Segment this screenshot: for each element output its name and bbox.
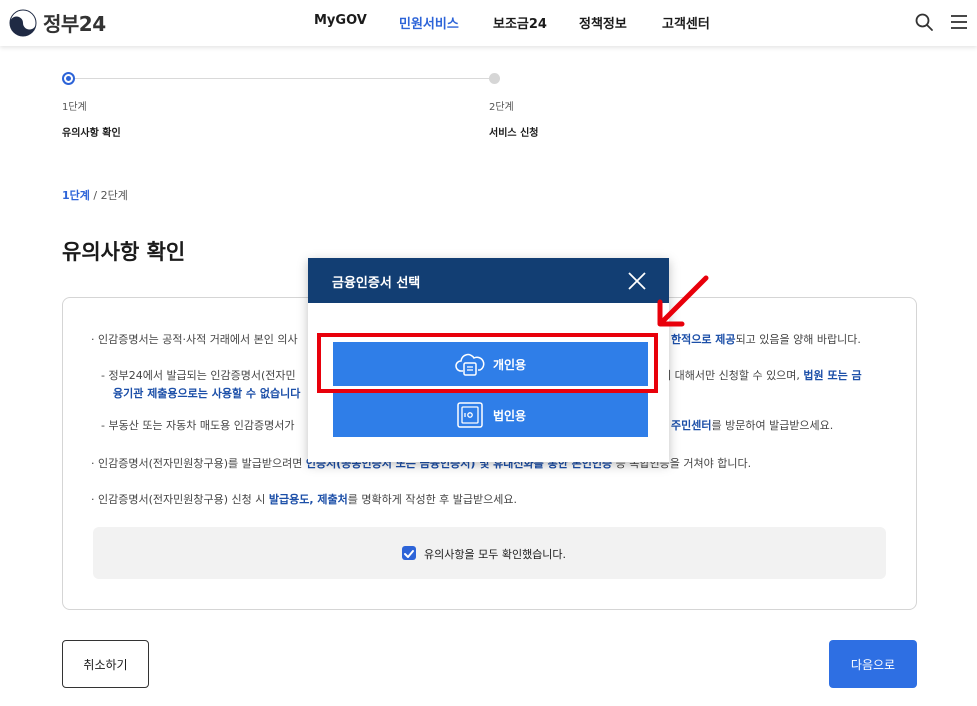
step-2-name: 서비스 신청	[489, 128, 539, 139]
check-icon	[404, 550, 414, 558]
notice-emphasis: 발급용도, 제출처	[268, 493, 348, 506]
step-1-dot	[62, 72, 75, 85]
corporate-cert-button[interactable]: 법인용	[333, 393, 648, 437]
corporate-cert-label: 법인용	[492, 408, 527, 423]
confirm-area: 유의사항을 모두 확인했습니다.	[93, 527, 886, 579]
next-button[interactable]: 다음으로	[829, 640, 917, 688]
notice-emphasis: 한적으로 제공	[671, 333, 736, 346]
notice-line-4-tail: 주민센터를 방문하여 발급받으세요.	[671, 417, 833, 433]
notice-line-1: · 인감증명서는 공적·사적 거래에서 본인 의사	[91, 333, 298, 346]
personal-cert-button[interactable]: 개인용	[333, 342, 648, 386]
nav-mygov[interactable]: MyGOV	[314, 13, 367, 28]
stepper-line	[75, 78, 489, 79]
notice-emphasis: 융기관 제출용으로는 사용할 수 없습니다	[113, 387, 301, 400]
nav-subsidy[interactable]: 보조금24	[493, 13, 547, 32]
notice-text: 에 대해서만 신청할 수 있으며,	[661, 369, 804, 382]
close-icon[interactable]	[626, 270, 648, 292]
nav-civil-service[interactable]: 민원서비스	[399, 13, 459, 32]
personal-cert-label: 개인용	[492, 357, 527, 372]
header: 정부24 MyGOV 민원서비스 보조금24 정책정보 고객센터	[0, 0, 977, 46]
step-1-number: 1단계	[62, 102, 87, 113]
notice-text: - 정부24에서 발급되는 인감증명서(전자민	[101, 369, 296, 382]
nav-customer-center[interactable]: 고객센터	[662, 13, 710, 32]
modal-header: 금융인증서 선택	[308, 258, 669, 303]
modal-title: 금융인증서 선택	[332, 276, 421, 291]
cert-select-modal: 금융인증서 선택 개인용 법인용	[308, 258, 669, 462]
notice-text: 되고 있음을 양해 바랍니다.	[735, 333, 861, 346]
step-1-name: 유의사항 확인	[62, 128, 121, 139]
notice-text: 를 명확하게 작성한 후 발급받으세요.	[347, 493, 518, 506]
logo-taegeuk-icon	[9, 9, 37, 36]
notice-line-1-tail: 한적으로 제공되고 있음을 양해 바랍니다.	[671, 331, 861, 347]
notice-text: 인감증명서는 공적·사적 거래에서 본인 의사	[98, 333, 298, 346]
red-arrow-icon	[657, 275, 709, 327]
notice-line-6: · 인감증명서(전자민원창구용) 신청 시 발급용도, 제출처를 명확하게 작성…	[91, 493, 518, 506]
notice-line-4: - 부동산 또는 자동차 매도용 인감증명서가	[101, 417, 295, 433]
confirm-checkbox[interactable]	[402, 546, 416, 560]
notice-emphasis: 주민센터	[671, 419, 712, 432]
notice-text: 인감증명서(전자민원창구용) 신청 시	[98, 493, 269, 506]
step-2-number: 2단계	[489, 102, 514, 113]
notice-line-3: 융기관 제출용으로는 사용할 수 없습니다	[113, 385, 300, 401]
breadcrumb: 1단계 / 2단계	[62, 187, 128, 203]
logo-text: 정부24	[43, 12, 106, 36]
breadcrumb-separator: /	[89, 189, 101, 202]
logo[interactable]: 정부24	[9, 8, 106, 37]
breadcrumb-next: 2단계	[100, 189, 128, 202]
step-2-dot	[489, 73, 500, 84]
menu-icon[interactable]	[949, 12, 969, 32]
notice-text: 인감증명서(전자민원창구용)를 발급받으려면	[98, 457, 306, 470]
breadcrumb-current: 1단계	[62, 189, 90, 202]
safe-cert-icon	[457, 402, 483, 428]
page-title: 유의사항 확인	[62, 240, 186, 264]
cancel-button[interactable]: 취소하기	[62, 640, 149, 688]
cloud-cert-icon	[455, 353, 485, 376]
search-icon[interactable]	[914, 12, 934, 32]
nav-policy[interactable]: 정책정보	[579, 13, 627, 32]
notice-text: - 부동산 또는 자동차 매도용 인감증명서가	[101, 419, 295, 432]
notice-text: 를 방문하여 발급받으세요.	[711, 419, 834, 432]
notice-emphasis: 법원 또는 금	[803, 369, 862, 382]
notice-line-2: - 정부24에서 발급되는 인감증명서(전자민	[101, 367, 296, 383]
confirm-label[interactable]: 유의사항을 모두 확인했습니다.	[424, 546, 566, 562]
notice-line-2-tail: 에 대해서만 신청할 수 있으며, 법원 또는 금	[661, 367, 862, 383]
